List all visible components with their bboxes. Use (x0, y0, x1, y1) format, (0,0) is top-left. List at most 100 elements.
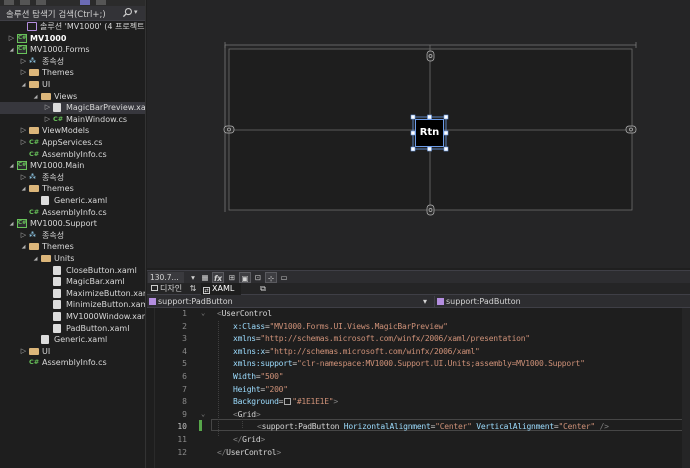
breakpoint-margin[interactable] (147, 308, 155, 468)
search-icon[interactable] (122, 7, 133, 18)
line-number: 12 (177, 447, 187, 457)
snap-grid-icon[interactable]: ⊞ (226, 272, 238, 283)
tree-item-label: MainWindow.cs (66, 114, 128, 124)
tree-item[interactable]: ▷ C# AppServices.cs (0, 137, 145, 149)
swap-panes-button[interactable]: ⇅ (187, 283, 199, 295)
toolbar-button[interactable] (80, 0, 90, 5)
expanded-arrow-icon[interactable]: ◢ (32, 94, 39, 100)
layout-icon[interactable]: ▭ (278, 272, 290, 283)
popout-icon[interactable]: ⧉ (257, 283, 269, 295)
tree-item[interactable]: MaximizeButton.xaml (0, 288, 145, 300)
code-token: > (276, 447, 281, 457)
tab-xaml[interactable]: ⇄ XAML (201, 283, 241, 295)
snap-lines-icon[interactable]: ⊡ (252, 272, 264, 283)
element-dropdown-right[interactable]: support:PadButton (434, 296, 688, 307)
tree-item[interactable]: ◢ Views (0, 91, 145, 103)
tree-item[interactable]: ◢ C# MV1000.Main (0, 160, 145, 172)
expanded-arrow-icon[interactable]: ◢ (8, 221, 15, 227)
pad-button-preview[interactable]: Rtn (415, 119, 444, 147)
tree-item[interactable]: ▷ Themes (0, 67, 145, 79)
snap-points-icon[interactable]: ⊹ (265, 272, 277, 283)
code-line[interactable]: </Grid> (233, 435, 265, 444)
toolbar-button[interactable] (4, 0, 14, 5)
tree-item[interactable]: ◢ Units (0, 253, 145, 265)
collapsed-arrow-icon[interactable]: ▷ (44, 115, 51, 123)
tree-item[interactable]: PadButton.xaml (0, 323, 145, 335)
tree-item[interactable]: C# AssemblyInfo.cs (0, 149, 145, 161)
xaml-designer-surface[interactable]: Rtn (147, 0, 690, 268)
expanded-arrow-icon[interactable]: ◢ (32, 256, 39, 262)
toolbar-button[interactable] (96, 0, 106, 5)
tree-item[interactable]: ◢ UI (0, 79, 145, 91)
collapsed-arrow-icon[interactable]: ▷ (20, 173, 27, 181)
code-token: xmlns (233, 334, 256, 344)
tree-item[interactable]: ▷ ⁂ 종속성 (0, 230, 145, 242)
fold-toggle-icon[interactable]: ⌄ (201, 309, 205, 317)
code-line[interactable]: </UserControl> (217, 448, 281, 457)
solution-search-box[interactable]: 솔루션 탐색기 검색(Ctrl+;) ▾ (0, 6, 145, 21)
code-line[interactable]: xmlns="http://schemas.microsoft.com/winf… (233, 334, 530, 343)
tree-item[interactable]: ◢ C# MV1000.Support (0, 218, 145, 230)
code-line[interactable]: xmlns:x="http://schemas.microsoft.com/wi… (233, 347, 480, 356)
code-line[interactable]: <support:PadButton HorizontalAlignment="… (257, 422, 609, 431)
code-line[interactable]: xmlns:support="clr-namespace:MV1000.Supp… (233, 359, 585, 368)
change-marker (199, 420, 202, 431)
tree-item[interactable]: ▷ ViewModels (0, 125, 145, 137)
collapsed-arrow-icon[interactable]: ▷ (20, 231, 27, 239)
folder-icon (29, 127, 39, 135)
vertical-scrollbar[interactable] (682, 308, 690, 468)
zoom-chevron-icon[interactable]: ▾ (187, 272, 199, 283)
expanded-arrow-icon[interactable]: ◢ (8, 163, 15, 169)
tree-item[interactable]: ▷ C# MV1000 (0, 33, 145, 45)
tree-item[interactable]: ▷ ⁂ 종속성 (0, 172, 145, 184)
collapsed-arrow-icon[interactable]: ▷ (20, 138, 27, 146)
tree-item[interactable]: Generic.xaml (0, 334, 145, 346)
fold-toggle-icon[interactable]: ⌄ (201, 410, 205, 418)
collapsed-arrow-icon[interactable]: ▷ (8, 34, 15, 42)
expanded-arrow-icon[interactable]: ◢ (20, 82, 27, 88)
tab-design[interactable]: 디자인 (149, 283, 185, 295)
code-line[interactable]: Width="500" (233, 372, 284, 381)
tree-item[interactable]: ▷ UI (0, 346, 145, 358)
element-dropdown-left[interactable]: support:PadButton ▾ (149, 296, 434, 307)
tree-item[interactable]: C# AssemblyInfo.cs (0, 357, 145, 369)
collapsed-arrow-icon[interactable]: ▷ (20, 57, 27, 65)
expanded-arrow-icon[interactable]: ◢ (20, 244, 27, 250)
tree-item[interactable]: C# AssemblyInfo.cs (0, 207, 145, 219)
toolbar-button[interactable] (36, 0, 46, 5)
xaml-file-icon (53, 312, 61, 321)
tree-item[interactable]: ▷ ⁂ 종속성 (0, 56, 145, 68)
expanded-arrow-icon[interactable]: ◢ (8, 47, 15, 53)
tree-item[interactable]: ◢ Themes (0, 241, 145, 253)
collapsed-arrow-icon[interactable]: ▷ (44, 103, 51, 111)
collapsed-arrow-icon[interactable]: ▷ (20, 68, 27, 76)
collapsed-arrow-icon[interactable]: ▷ (20, 347, 27, 355)
solution-icon (27, 22, 37, 31)
code-line[interactable]: Background= "#1E1E1E"> (233, 397, 338, 406)
tree-item[interactable]: ◢ C# MV1000.Forms (0, 44, 145, 56)
code-line[interactable]: x:Class="MV1000.Forms.UI.Views.MagicBarP… (233, 322, 448, 331)
tree-item[interactable]: 솔루션 'MV1000' (4 프로젝트의 4) (0, 21, 145, 33)
tree-item[interactable]: Generic.xaml (0, 195, 145, 207)
code-line[interactable]: Height="200" (233, 385, 288, 394)
xaml-code-editor[interactable]: 1 ⌄ <UserControl 2 x:Class="MV1000.Forms.UI.… (147, 308, 690, 468)
tree-item[interactable]: ◢ Themes (0, 183, 145, 195)
tree-item[interactable]: ▷ C# MainWindow.cs (0, 114, 145, 126)
search-options-chevron-icon[interactable]: ▾ (134, 8, 138, 16)
tree-item[interactable]: ▷ MagicBarPreview.xaml (0, 102, 145, 114)
tree-item[interactable]: MV1000Window.xaml (0, 311, 145, 323)
collapsed-arrow-icon[interactable]: ▷ (20, 126, 27, 134)
grid-icon[interactable]: ▦ (199, 272, 211, 283)
toolbar-button[interactable] (20, 0, 30, 5)
code-line[interactable]: <Grid> (233, 410, 261, 419)
expanded-arrow-icon[interactable]: ◢ (20, 186, 27, 192)
tree-item[interactable]: MagicBar.xaml (0, 276, 145, 288)
effects-button[interactable]: fx (212, 272, 224, 283)
tree-item[interactable]: MinimizeButton.xaml (0, 299, 145, 311)
code-line[interactable]: <UserControl (217, 309, 272, 318)
tree-item[interactable]: CloseButton.xaml (0, 265, 145, 277)
artboard-icon[interactable]: ▣ (239, 272, 251, 283)
color-swatch[interactable] (284, 398, 292, 406)
csharp-file-icon: C# (29, 358, 40, 367)
zoom-dropdown[interactable]: 130.7... (148, 272, 184, 283)
